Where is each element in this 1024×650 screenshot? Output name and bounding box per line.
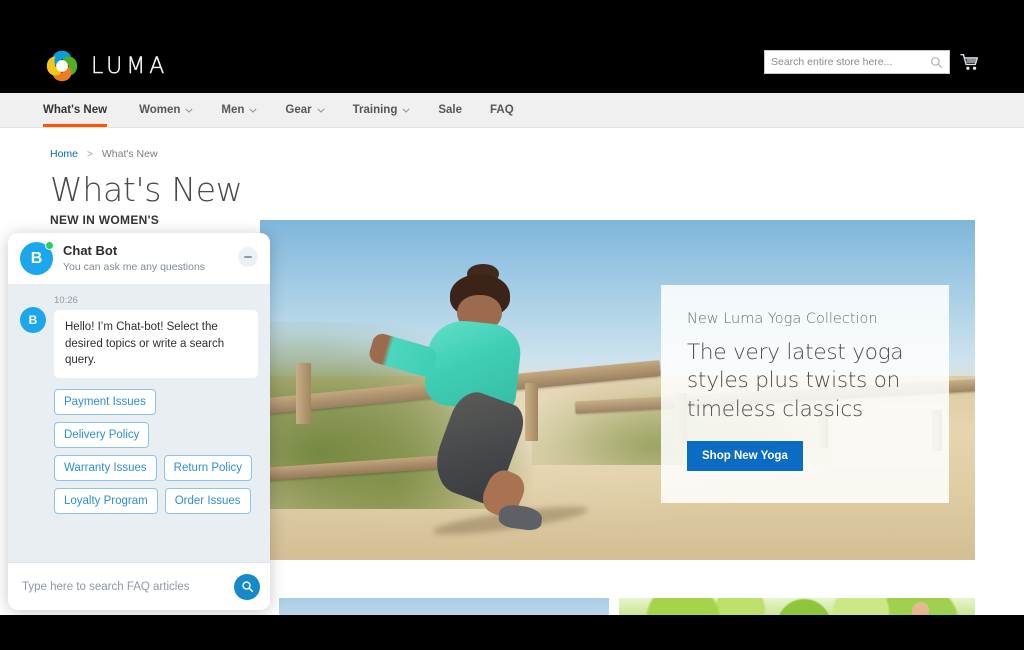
- breadcrumb-home[interactable]: Home: [50, 148, 78, 160]
- nav-label: What's New: [43, 104, 108, 116]
- fence-post: [295, 362, 311, 424]
- browser-viewport: LUMA What's New: [0, 30, 1024, 615]
- main-navigation: What's New Women Men Gear Training Sale …: [0, 93, 1024, 128]
- hero-banner[interactable]: New Luma Yoga Collection The very latest…: [260, 220, 975, 560]
- nav-item-gear[interactable]: Gear: [271, 93, 338, 127]
- chip-warranty-issues[interactable]: Warranty Issues: [54, 455, 157, 482]
- chip-return-policy[interactable]: Return Policy: [163, 455, 253, 482]
- chat-bot-input-bar: [8, 562, 270, 610]
- chat-bot-widget[interactable]: B Chat Bot You can ask me any questions …: [8, 233, 270, 610]
- page-title: What's New: [50, 170, 243, 209]
- section-kicker: NEW IN WOMEN'S: [50, 213, 160, 227]
- chevron-down-icon: [249, 108, 257, 113]
- raised-arm-photo: [906, 601, 931, 615]
- chat-bot-avatar-initial: B: [30, 249, 43, 267]
- nav-label: Women: [139, 104, 181, 116]
- luma-pinwheel-logo-icon: [46, 50, 78, 82]
- search-input[interactable]: [771, 56, 930, 68]
- hero-model-photo: [367, 264, 553, 532]
- faq-search-button[interactable]: [234, 573, 260, 600]
- logo[interactable]: LUMA: [43, 47, 168, 85]
- nav-label: Gear: [285, 104, 312, 116]
- nav-item-men[interactable]: Men: [207, 93, 271, 127]
- chat-bot-header: B Chat Bot You can ask me any questions: [8, 233, 270, 284]
- search-icon: [241, 581, 253, 593]
- breadcrumb-current: What's New: [101, 148, 158, 160]
- chevron-down-icon: [317, 108, 325, 113]
- nav-item-whats-new[interactable]: What's New: [43, 93, 125, 127]
- minimize-button[interactable]: [238, 247, 258, 267]
- breadcrumb: Home > What's New: [50, 148, 158, 160]
- chat-message: B 10:26 Hello! I’m Chat-bot! Select the …: [20, 295, 258, 379]
- online-status-dot: [45, 241, 54, 250]
- shop-new-yoga-button[interactable]: Shop New Yoga: [687, 441, 803, 472]
- whatever-day-tile-text: Whatever day: [363, 614, 524, 615]
- breadcrumb-separator: >: [87, 148, 93, 160]
- chip-payment-issues[interactable]: Payment Issues: [54, 389, 156, 416]
- nav-item-sale[interactable]: Sale: [424, 93, 476, 127]
- cart-button[interactable]: [958, 50, 982, 74]
- chip-delivery-policy[interactable]: Delivery Policy: [54, 422, 150, 449]
- shopping-cart-icon: [960, 53, 979, 70]
- chat-bot-subtitle: You can ask me any questions: [63, 260, 206, 273]
- nav-label: Training: [352, 104, 398, 116]
- chat-message-text: Hello! I’m Chat-bot! Select the desired …: [54, 310, 258, 379]
- chat-bot-conversation: B 10:26 Hello! I’m Chat-bot! Select the …: [8, 284, 270, 562]
- logo-text: LUMA: [91, 53, 169, 79]
- hero-eyebrow: New Luma Yoga Collection: [687, 311, 878, 327]
- whatever-day-tile[interactable]: Whatever day: [279, 598, 609, 615]
- screen: LUMA What's New: [0, 0, 1024, 650]
- chevron-down-icon: [185, 108, 193, 113]
- hero-text-card: New Luma Yoga Collection The very latest…: [661, 285, 949, 503]
- hero-headline: The very latest yoga styles plus twists …: [687, 340, 904, 422]
- store-search[interactable]: [764, 50, 950, 74]
- nav-item-women[interactable]: Women: [125, 93, 207, 127]
- chevron-down-icon: [402, 108, 410, 113]
- chip-loyalty-program[interactable]: Loyalty Program: [54, 488, 158, 515]
- search-icon: [931, 56, 943, 68]
- nav-label: FAQ: [490, 104, 514, 116]
- nav-item-training[interactable]: Training: [339, 93, 425, 127]
- chat-message-avatar: B: [20, 307, 46, 333]
- chat-topic-chips: Payment Issues Delivery Policy Warranty …: [54, 389, 258, 515]
- nav-label: Men: [221, 104, 245, 116]
- site-header: LUMA: [0, 30, 1024, 93]
- chip-order-issues[interactable]: Order Issues: [164, 488, 251, 515]
- leaves-tile[interactable]: [619, 598, 975, 615]
- chat-message-time: 10:26: [54, 295, 78, 306]
- nav-label: Sale: [438, 104, 463, 116]
- minimize-icon: [244, 256, 252, 258]
- faq-search-input[interactable]: [22, 580, 226, 593]
- chat-bot-avatar: B: [20, 241, 54, 275]
- chat-bot-title: Chat Bot: [63, 243, 118, 259]
- nav-item-faq[interactable]: FAQ: [476, 93, 528, 127]
